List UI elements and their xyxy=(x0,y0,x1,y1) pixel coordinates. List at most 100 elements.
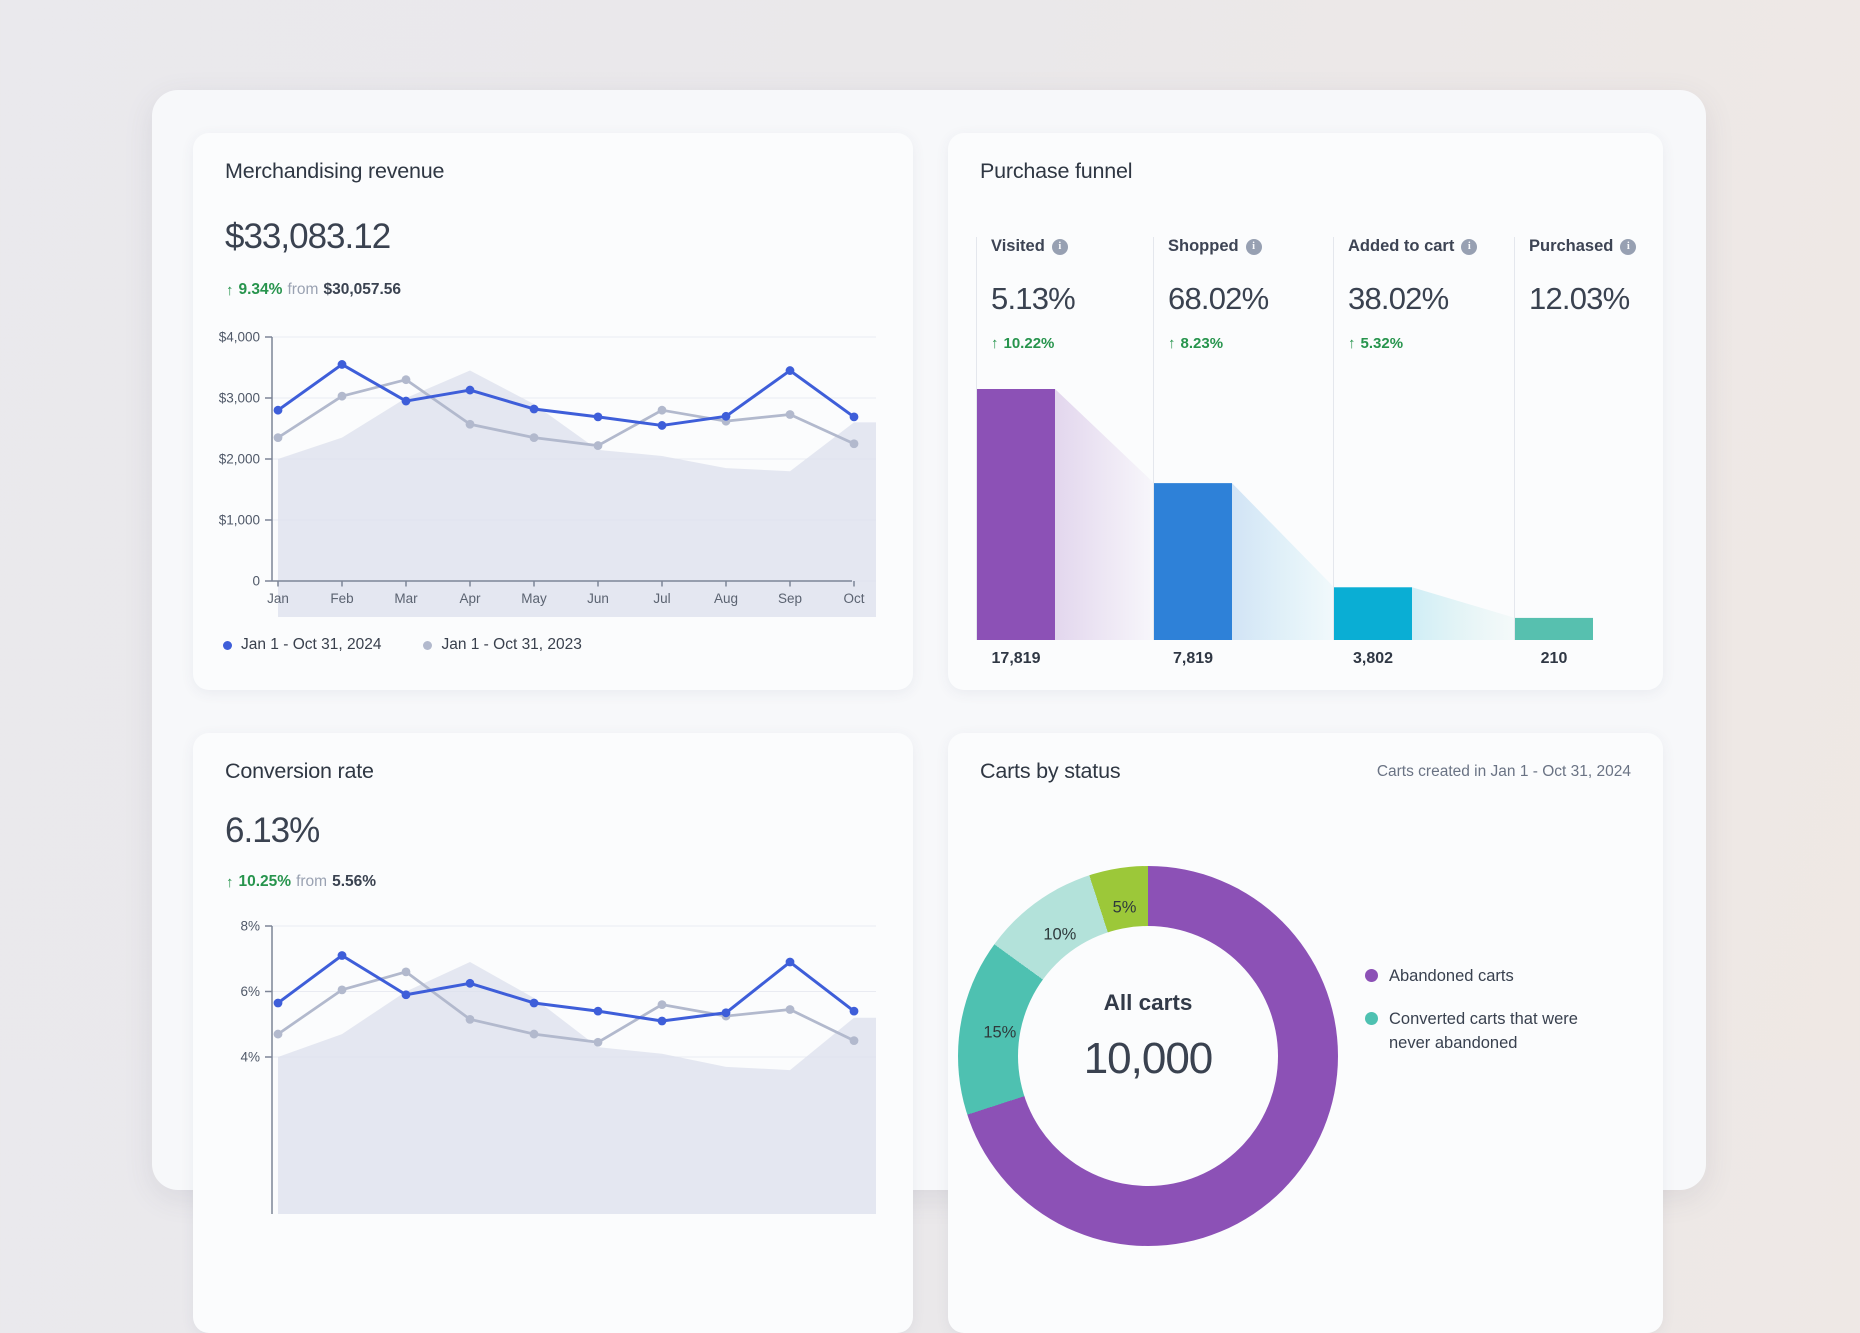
data-point[interactable] xyxy=(466,979,475,988)
info-icon[interactable]: i xyxy=(1461,239,1477,255)
data-point[interactable] xyxy=(786,1005,795,1014)
funnel-stage-visited: Visitedi5.13%↑10.22% xyxy=(991,237,1151,256)
data-point[interactable] xyxy=(530,999,539,1008)
x-tick-label: Aug xyxy=(714,591,738,606)
data-point[interactable] xyxy=(658,1000,667,1009)
data-point[interactable] xyxy=(338,985,347,994)
x-tick-label: Jul xyxy=(653,591,670,606)
revenue-change-row: ↑ 9.34% from $30,057.56 xyxy=(226,281,401,299)
funnel-bar-purchased[interactable] xyxy=(1515,618,1593,640)
data-point[interactable] xyxy=(850,1007,859,1016)
data-point[interactable] xyxy=(658,421,667,430)
data-point[interactable] xyxy=(274,999,283,1008)
data-point[interactable] xyxy=(786,958,795,967)
funnel-change-pct: 8.23% xyxy=(1181,335,1224,352)
card-purchase-funnel: Purchase funnel 17,8197,8193,802210 Visi… xyxy=(948,133,1663,690)
data-point[interactable] xyxy=(274,1030,283,1039)
donut-center-label: All carts xyxy=(1018,990,1278,1016)
data-point[interactable] xyxy=(466,1015,475,1024)
funnel-stage-added-to-cart: Added to carti38.02%↑5.32% xyxy=(1348,237,1508,256)
funnel-stage-value: 38.02% xyxy=(1348,281,1448,317)
data-point[interactable] xyxy=(338,360,347,369)
trend-up-arrow-icon: ↑ xyxy=(226,874,234,891)
data-point[interactable] xyxy=(594,413,603,422)
funnel-stage-change: ↑10.22% xyxy=(991,335,1054,352)
funnel-stage-label: Added to cart xyxy=(1348,237,1454,256)
legend-dot-icon xyxy=(1365,1012,1378,1025)
y-tick-label: 4% xyxy=(240,1050,260,1065)
card-title-conversion-rate: Conversion rate xyxy=(225,759,374,784)
data-point[interactable] xyxy=(338,951,347,960)
legend-dot-icon xyxy=(423,641,432,650)
data-point[interactable] xyxy=(530,433,539,442)
funnel-stage-value: 5.13% xyxy=(991,281,1075,317)
info-icon[interactable]: i xyxy=(1620,239,1636,255)
data-point[interactable] xyxy=(786,366,795,375)
data-point[interactable] xyxy=(274,406,283,415)
data-point[interactable] xyxy=(530,405,539,414)
funnel-count-label: 3,802 xyxy=(1353,650,1393,667)
data-point[interactable] xyxy=(722,1008,731,1017)
revenue-value: $33,083.12 xyxy=(225,217,390,257)
dashboard-panel: Merchandising revenue $33,083.12 ↑ 9.34%… xyxy=(152,90,1706,1190)
legend-item[interactable]: Abandoned carts xyxy=(1365,965,1621,989)
legend-dot-icon xyxy=(223,641,232,650)
card-title-merchandising-revenue: Merchandising revenue xyxy=(225,159,444,184)
card-merchandising-revenue: Merchandising revenue $33,083.12 ↑ 9.34%… xyxy=(193,133,913,690)
donut-slice-pct-label: 5% xyxy=(1113,898,1137,917)
funnel-stage-value: 68.02% xyxy=(1168,281,1268,317)
carts-legend: Abandoned carts Converted carts that were… xyxy=(1365,965,1621,1056)
card-carts-by-status: Carts by status Carts created in Jan 1 -… xyxy=(948,733,1663,1333)
legend-item[interactable]: Jan 1 - Oct 31, 2024 xyxy=(223,636,381,654)
legend-item[interactable]: Converted carts that were never abandone… xyxy=(1365,1008,1621,1056)
funnel-stage-value: 12.03% xyxy=(1529,281,1629,317)
funnel-stage-label-row: Added to cart i xyxy=(1348,237,1508,256)
data-point[interactable] xyxy=(594,441,603,450)
data-point[interactable] xyxy=(530,1030,539,1039)
carts-date-range-subtitle: Carts created in Jan 1 - Oct 31, 2024 xyxy=(1377,763,1631,781)
data-point[interactable] xyxy=(402,990,411,999)
data-point[interactable] xyxy=(658,406,667,415)
revenue-legend: Jan 1 - Oct 31, 2024 Jan 1 - Oct 31, 2023 xyxy=(223,636,582,654)
carts-donut-chart[interactable]: All carts 10,000 15%10%5% xyxy=(958,866,1338,1246)
data-point[interactable] xyxy=(402,397,411,406)
funnel-stage-label-row: Visitedi xyxy=(991,237,1151,256)
x-tick-label: Mar xyxy=(394,591,418,606)
legend-item[interactable]: Jan 1 - Oct 31, 2023 xyxy=(423,636,581,654)
data-point[interactable] xyxy=(594,1007,603,1016)
funnel-count-label: 7,819 xyxy=(1173,650,1213,667)
x-tick-label: May xyxy=(521,591,547,606)
conversion-value: 6.13% xyxy=(225,811,319,851)
funnel-bar-visited[interactable] xyxy=(977,389,1055,640)
funnel-stage-change: ↑8.23% xyxy=(1168,335,1223,352)
conversion-line-chart[interactable]: 8%6%4% xyxy=(203,914,893,1214)
conversion-change-pct: 10.25% xyxy=(239,873,292,891)
data-point[interactable] xyxy=(594,1038,603,1047)
conversion-change-from-label: from xyxy=(296,873,327,891)
funnel-stage-shopped: Shoppedi68.02%↑8.23% xyxy=(1168,237,1328,256)
info-icon[interactable]: i xyxy=(1246,239,1262,255)
data-point[interactable] xyxy=(786,410,795,419)
data-point[interactable] xyxy=(274,433,283,442)
funnel-stage-change: ↑5.32% xyxy=(1348,335,1403,352)
data-point[interactable] xyxy=(402,967,411,976)
data-point[interactable] xyxy=(850,1036,859,1045)
purchase-funnel-chart[interactable]: 17,8197,8193,802210 xyxy=(948,133,1663,690)
data-point[interactable] xyxy=(338,392,347,401)
x-tick-label: Feb xyxy=(330,591,353,606)
y-tick-label: 6% xyxy=(240,984,260,999)
funnel-bar-shopped[interactable] xyxy=(1154,483,1232,640)
funnel-stage-label: Shopped xyxy=(1168,237,1239,256)
data-point[interactable] xyxy=(402,375,411,384)
data-point[interactable] xyxy=(466,420,475,429)
data-point[interactable] xyxy=(850,413,859,422)
data-point[interactable] xyxy=(466,386,475,395)
funnel-bar-added-to-cart[interactable] xyxy=(1334,587,1412,640)
data-point[interactable] xyxy=(850,439,859,448)
revenue-line-chart[interactable]: $4,000$3,000$2,000$1,0000JanFebMarAprMay… xyxy=(203,325,893,625)
legend-label: Jan 1 - Oct 31, 2023 xyxy=(441,636,581,654)
data-point[interactable] xyxy=(722,412,731,421)
x-tick-label: Oct xyxy=(843,591,864,606)
data-point[interactable] xyxy=(658,1017,667,1026)
info-icon[interactable]: i xyxy=(1052,239,1068,255)
